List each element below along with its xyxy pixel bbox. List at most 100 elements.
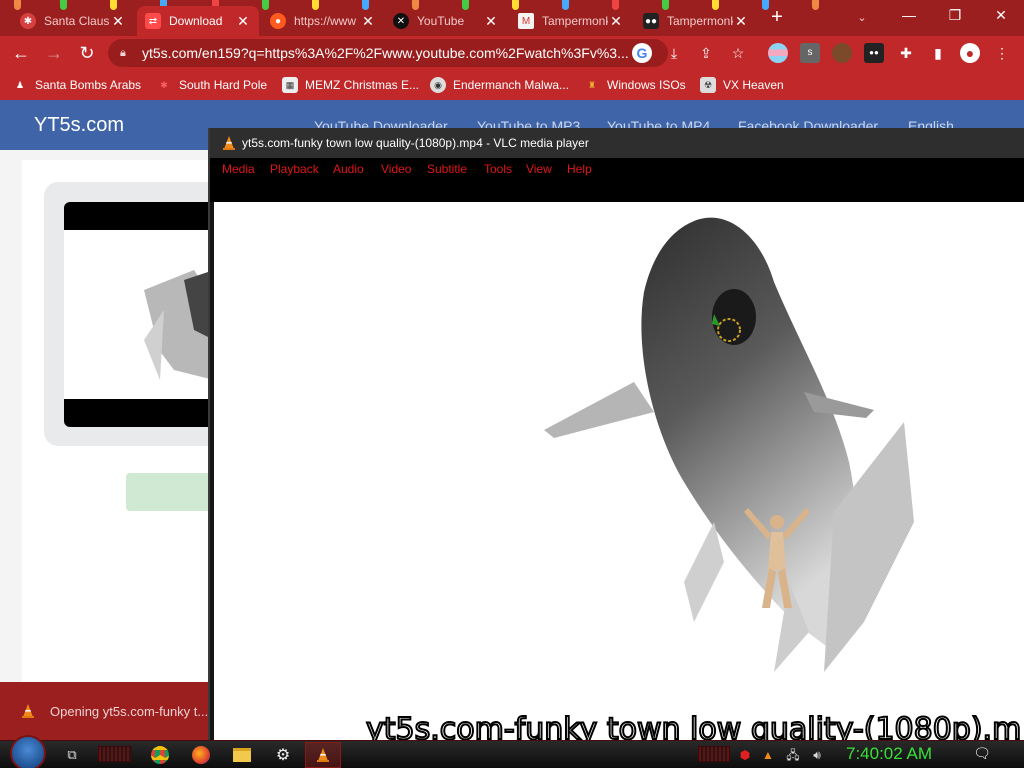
download-button[interactable] bbox=[126, 473, 216, 511]
close-tab-icon[interactable]: ✕ bbox=[483, 13, 499, 30]
bookmark-label: South Hard Pole bbox=[179, 78, 268, 92]
tampermonkey-icon: ●● bbox=[643, 13, 659, 29]
close-tab-icon[interactable]: ✕ bbox=[360, 13, 376, 30]
bookmark-santa-bombs-arabs[interactable]: ♟ Santa Bombs Arabs bbox=[12, 75, 141, 95]
notification-center-icon[interactable]: 🗨︎ bbox=[972, 745, 992, 765]
taskbar-clock[interactable]: 7:40:02 AM bbox=[846, 744, 932, 764]
start-button[interactable] bbox=[10, 735, 46, 768]
google-lens-icon[interactable]: G bbox=[632, 43, 652, 63]
close-tab-icon[interactable]: ✕ bbox=[235, 13, 251, 30]
bookmark-vx-heaven[interactable]: ☢ VX Heaven bbox=[700, 75, 784, 95]
dancing-figure-overlay bbox=[744, 508, 810, 608]
profile-avatar-icon[interactable]: ● bbox=[960, 43, 980, 63]
vlc-menu-bar: Media Playback Audio Video Subtitle Tool… bbox=[210, 158, 1024, 180]
browser-toolbar: ← → ↻ 🔒︎ yt5s.com/en159?q=https%3A%2F%2F… bbox=[0, 36, 1024, 70]
tab-tampermonkey-2[interactable]: ●● Tampermonkey ✕ bbox=[635, 6, 757, 36]
download-item-label: Opening yt5s.com-funky t... bbox=[50, 703, 209, 719]
vlc-toolbar-strip bbox=[210, 180, 1024, 202]
back-button[interactable]: ← bbox=[9, 41, 33, 65]
vlc-cone-icon bbox=[223, 136, 235, 150]
bookmark-label: VX Heaven bbox=[723, 78, 784, 92]
bookmark-label: Windows ISOs bbox=[607, 78, 686, 92]
browser-tab-strip: ✱ Santa Claus ✕ ⇄ Download ✕ ● https://w… bbox=[0, 0, 1024, 36]
menu-subtitle[interactable]: Subtitle bbox=[427, 162, 467, 176]
settings-gear-taskbar-icon[interactable]: ⚙ bbox=[265, 742, 301, 768]
menu-playback[interactable]: Playback bbox=[270, 162, 319, 176]
tab-title: Download bbox=[169, 14, 223, 28]
menu-tools[interactable]: Tools bbox=[484, 162, 512, 176]
reddit-icon: ● bbox=[270, 13, 286, 29]
tab-youtube[interactable]: ✕ YouTube ✕ bbox=[385, 6, 507, 36]
forward-button[interactable]: → bbox=[42, 41, 66, 65]
download-shelf[interactable]: Opening yt5s.com-funky t... bbox=[0, 682, 210, 740]
youtube-icon: ✕ bbox=[393, 13, 409, 29]
bookmark-memz-christmas[interactable]: ▦ MEMZ Christmas E... bbox=[282, 75, 419, 95]
close-window-icon[interactable]: ✕ bbox=[978, 0, 1024, 30]
tab-search-icon[interactable]: ⌄ bbox=[852, 8, 872, 28]
snowflake-icon: ✱ bbox=[160, 79, 168, 90]
bookmarks-bar: ♟ Santa Bombs Arabs ✱ South Hard Pole ▦ … bbox=[0, 70, 1024, 100]
bookmark-south-hard-pole[interactable]: ✱ South Hard Pole bbox=[156, 75, 267, 95]
tab-title: YouTube bbox=[417, 14, 465, 28]
vlc-cone-icon bbox=[317, 748, 329, 762]
santa-icon: ✱ bbox=[20, 13, 36, 29]
enderman-icon: ◉ bbox=[430, 77, 446, 93]
site-logo[interactable]: YT5s.com bbox=[34, 114, 124, 137]
volume-icon[interactable]: 🔊︎ bbox=[808, 746, 826, 764]
windows-iso-icon: ♜ bbox=[587, 79, 597, 90]
close-tab-icon[interactable]: ✕ bbox=[110, 13, 126, 30]
bookmark-windows-isos[interactable]: ♜ Windows ISOs bbox=[584, 75, 686, 95]
extension-s-icon[interactable]: s bbox=[800, 43, 820, 63]
bookmark-star-icon[interactable]: ☆ bbox=[728, 43, 748, 63]
vlc-media-player-window: yt5s.com-funky town low quality-(1080p).… bbox=[208, 128, 1024, 740]
bookmark-endermanch-malware[interactable]: ◉ Endermanch Malwa... bbox=[430, 75, 569, 95]
minimize-icon[interactable]: — bbox=[886, 0, 932, 30]
extension-flag-icon[interactable] bbox=[768, 43, 788, 63]
close-tab-icon[interactable]: ✕ bbox=[608, 13, 624, 30]
tray-vlc-icon[interactable]: ▲ bbox=[759, 746, 777, 764]
shark-thumbnail-image bbox=[144, 270, 214, 380]
tab-download[interactable]: ⇄ Download ✕ bbox=[137, 6, 259, 36]
new-tab-button[interactable]: + bbox=[765, 6, 789, 30]
taskbar: ⧉ ⚙ ⬢ ▲ 🖧︎ 🔊︎ 7:40:02 AM 🗨︎ bbox=[0, 735, 1024, 768]
tampermonkey-extension-icon[interactable]: ●● bbox=[864, 43, 884, 63]
tab-title: Tampermonkey bbox=[542, 14, 608, 28]
menu-audio[interactable]: Audio bbox=[333, 162, 364, 176]
restore-icon[interactable]: ❐ bbox=[932, 0, 978, 30]
tab-title: Tampermonkey bbox=[667, 14, 733, 28]
vlc-cone-icon bbox=[22, 704, 34, 718]
vlc-video-area[interactable]: yt5s.com-funky town low quality-(1080p).… bbox=[214, 202, 1024, 740]
menu-kebab-icon[interactable]: ⋮ bbox=[992, 43, 1012, 63]
reload-button[interactable]: ↻ bbox=[75, 41, 99, 65]
firefox-taskbar-icon[interactable] bbox=[183, 742, 219, 768]
extension-avatar-icon[interactable] bbox=[832, 43, 852, 63]
address-bar[interactable]: 🔒︎ yt5s.com/en159?q=https%3A%2F%2Fwww.yo… bbox=[108, 39, 668, 67]
video-subtitle-text: yt5s.com-funky town low quality-(1080p).… bbox=[365, 711, 1022, 740]
tab-reddit[interactable]: ● https://www ✕ bbox=[262, 6, 384, 36]
tab-santa-claus[interactable]: ✱ Santa Claus ✕ bbox=[12, 6, 134, 36]
network-icon[interactable]: 🖧︎ bbox=[784, 746, 802, 764]
menu-view[interactable]: View bbox=[526, 162, 552, 176]
extensions-puzzle-icon[interactable]: ✚ bbox=[896, 43, 916, 63]
taskbar-decoration-left bbox=[98, 746, 132, 762]
task-view-icon[interactable]: ⧉ bbox=[54, 742, 90, 768]
menu-video[interactable]: Video bbox=[381, 162, 411, 176]
share-icon[interactable]: ⇪ bbox=[696, 43, 716, 63]
menu-help[interactable]: Help bbox=[567, 162, 592, 176]
vlc-taskbar-icon[interactable] bbox=[305, 742, 341, 768]
shark-video-frame bbox=[544, 217, 914, 672]
close-tab-icon[interactable]: ✕ bbox=[733, 13, 749, 30]
vlc-title-bar[interactable]: yt5s.com-funky town low quality-(1080p).… bbox=[210, 128, 1024, 158]
url-text: yt5s.com/en159?q=https%3A%2F%2Fwww.youtu… bbox=[142, 45, 629, 61]
memz-icon: ▦ bbox=[282, 77, 298, 93]
side-panel-icon[interactable]: ▮ bbox=[928, 43, 948, 63]
menu-media[interactable]: Media bbox=[222, 162, 255, 176]
chrome-taskbar-icon[interactable] bbox=[142, 742, 178, 768]
tab-tampermonkey-1[interactable]: M Tampermonkey ✕ bbox=[510, 6, 632, 36]
install-app-icon[interactable]: ⤓ bbox=[664, 43, 684, 63]
vlc-window-title: yt5s.com-funky town low quality-(1080p).… bbox=[242, 136, 589, 150]
file-explorer-taskbar-icon[interactable] bbox=[224, 742, 260, 768]
tray-red-app-icon[interactable]: ⬢ bbox=[736, 746, 754, 764]
tab-title: Santa Claus bbox=[44, 14, 110, 28]
video-thumbnail[interactable] bbox=[64, 202, 214, 427]
